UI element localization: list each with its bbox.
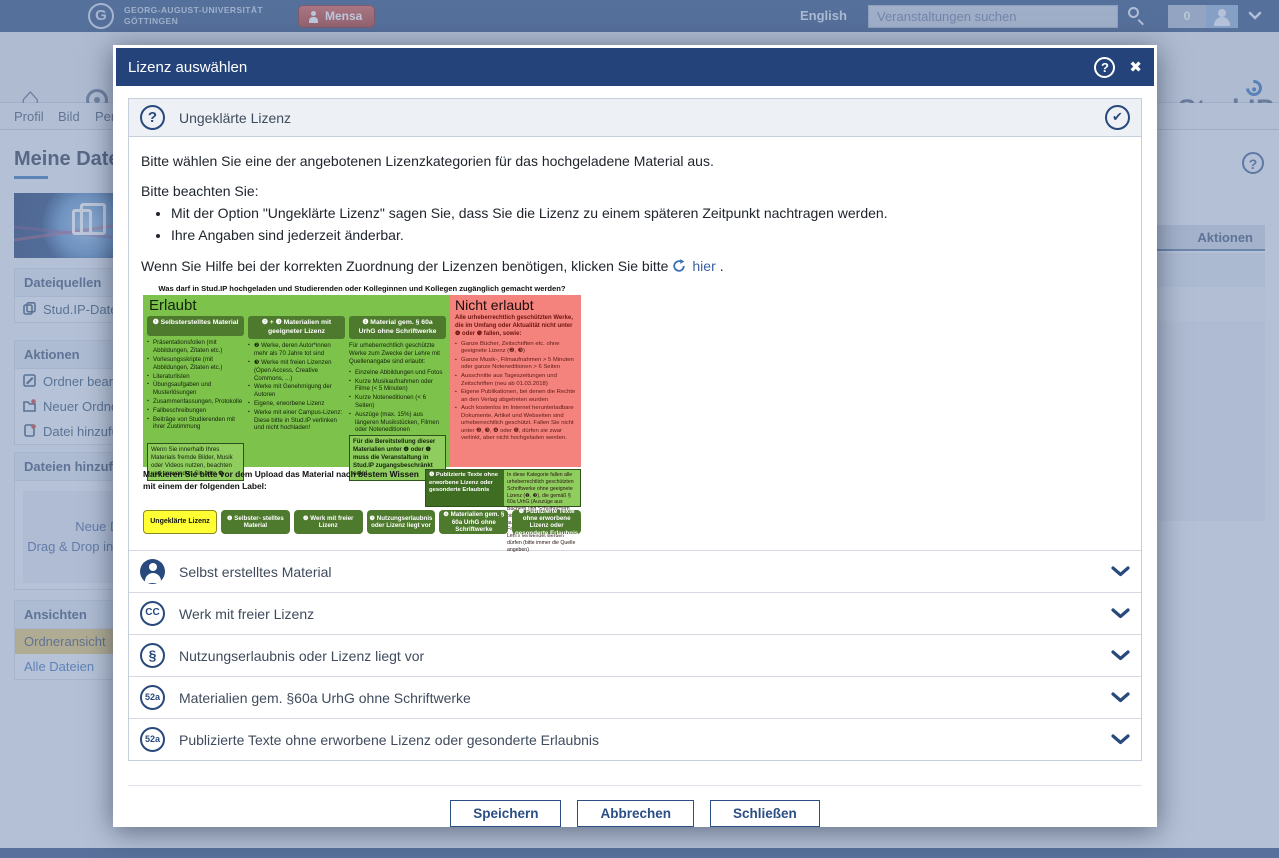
label-chip-3: ❸ Nutzungserlaubnis oder Lizenz liegt vo… (367, 510, 436, 534)
not-allowed-item: Ganze Musik-, Filmaufnahmen > 5 Minuten … (455, 357, 576, 372)
dialog-help-icon[interactable]: ? (1094, 57, 1115, 78)
allowed-item: Fallbeschreibungen (147, 407, 244, 415)
dialog-title: Lizenz auswählen (128, 59, 1094, 76)
allowed-column-3: ❹ Material gem. § 60a UrhG ohne Schriftw… (349, 316, 446, 480)
allowed-panel: Erlaubt ❶ Selbsterstelltes Material Präs… (143, 295, 450, 467)
chevron-down-icon (1111, 734, 1130, 745)
accordion-label: Publizierte Texte ohne erworbene Lizenz … (179, 732, 599, 748)
allowed-item: Kurze Noteneditionen (< 6 Seiten) (349, 394, 446, 410)
accordion-row-publizierte-texte[interactable]: 52a Publizierte Texte ohne erworbene Liz… (129, 718, 1141, 760)
label-chip-4: ❹ Materialien gem. § 60a UrhG ohne Schri… (439, 510, 508, 534)
category5-box: ❺ Publizierte Texte ohne erworbene Lizen… (425, 469, 581, 507)
not-allowed-heading: Nicht erlaubt (455, 297, 576, 313)
allowed-item: Werke mit Genehmigung der Autoren (248, 383, 345, 399)
note-item: Mit der Option "Ungeklärte Lizenz" sagen… (171, 203, 1127, 225)
allowed-item: Übungsaufgaben und Musterlösungen (147, 381, 244, 397)
help-line-text: Wenn Sie Hilfe bei der korrekten Zuordnu… (141, 258, 668, 274)
accordion-label: Materialien gem. §60a UrhG ohne Schriftw… (179, 690, 471, 706)
note-list: Mit der Option "Ungeklärte Lizenz" sagen… (171, 203, 1127, 246)
accordion-header-ungeklaerte-lizenz[interactable]: ? Ungeklärte Lizenz ✔ (129, 99, 1141, 137)
dialog-close-icon[interactable]: ✖ (1129, 58, 1142, 76)
note-item: Ihre Angaben sind jederzeit änderbar. (171, 225, 1127, 247)
accordion-label: Ungeklärte Lizenz (179, 110, 291, 126)
help-line-period: . (720, 258, 724, 274)
column-header: ❶ Selbsterstelltes Material (147, 316, 244, 336)
infographic-title: Was darf in Stud.IP hochgeladen und Stud… (143, 284, 581, 293)
license-dialog: Lizenz auswählen ? ✖ ? Ungeklärte Lizenz… (113, 45, 1157, 827)
column-header: ❷ + ❸ Materialien mit geeigneter Lizenz (248, 316, 345, 339)
label-chip-2: ❷ Werk mit freier Lizenz (294, 510, 363, 534)
cc-circle-icon: CC (140, 601, 165, 626)
column-intro: Für urheberrechtlich geschützte Werke zu… (349, 342, 446, 365)
label-chip-1: ❶ Selbster- stelltes Material (221, 510, 290, 534)
footer-divider (128, 785, 1142, 786)
check-circle-icon: ✔ (1105, 105, 1130, 130)
label-chip-ungeklaert: Ungeklärte Lizenz (143, 510, 217, 534)
cancel-button[interactable]: Abbrechen (577, 800, 694, 827)
chevron-down-icon (1111, 650, 1130, 661)
allowed-column-2: ❷ + ❸ Materialien mit geeigneter Lizenz … (248, 316, 345, 480)
person-circle-icon (140, 559, 165, 584)
not-allowed-item: Ganze Bücher, Zeitschriften etc. ohne ge… (455, 341, 576, 356)
accordion-row-werk-mit-freier-lizenz[interactable]: CC Werk mit freier Lizenz (129, 592, 1141, 634)
license-infographic: Was darf in Stud.IP hochgeladen und Stud… (143, 284, 581, 534)
allowed-item: Eigene, erworbene Lizenz (248, 400, 345, 408)
not-allowed-item: Auch kostenlos im Internet herunterladba… (455, 405, 576, 443)
help-circle-icon: ? (140, 105, 165, 130)
license-accordion: ? Ungeklärte Lizenz ✔ Bitte wählen Sie e… (128, 98, 1142, 761)
chevron-down-icon (1111, 692, 1130, 703)
allowed-item: Literaturlisten (147, 373, 244, 381)
license-intro-text: Bitte wählen Sie eine der angebotenen Li… (141, 153, 1127, 169)
accordion-label: Nutzungserlaubnis oder Lizenz liegt vor (179, 648, 424, 664)
allowed-item: Auszüge (max. 15%) aus längeren Musikstü… (349, 411, 446, 434)
allowed-item: Kurze Musikaufnahmen oder Filme (< 5 Min… (349, 378, 446, 394)
external-help-icon (672, 259, 686, 273)
allowed-item: ❸ Werke mit freien Lizenzen (Open Access… (248, 359, 345, 382)
allowed-item: Beiträge von Studierenden mit ihrer Zust… (147, 416, 244, 432)
label-chip-5: ❺ Publizierte Texte ohne erworbene Lizen… (512, 510, 581, 534)
allowed-item: Präsentationsfolien (mit Abbildungen, Zi… (147, 339, 244, 355)
not-allowed-intro: Alle urheberrechtlich geschützten Werke,… (455, 315, 576, 338)
allowed-item: ❷ Werke, deren Autor*innen mehr als 70 J… (248, 342, 345, 358)
accordion-content: Bitte wählen Sie eine der angebotenen Li… (129, 137, 1141, 550)
not-allowed-item: Ausschnitte aus Tageszeitungen und Zeits… (455, 373, 576, 388)
allowed-item: Einzelne Abbildungen und Fotos (349, 369, 446, 377)
paragraph-circle-icon: § (140, 643, 165, 668)
chevron-down-icon (1111, 608, 1130, 619)
not-allowed-panel: Nicht erlaubt Alle urheberrechtlich gesc… (450, 295, 581, 467)
52a-circle-icon: 52a (140, 727, 165, 752)
note-heading: Bitte beachten Sie: (141, 183, 1127, 199)
accordion-row-selbst-erstelltes-material[interactable]: Selbst erstelltes Material (129, 550, 1141, 592)
not-allowed-item: Eigene Publikationen, bei denen die Rech… (455, 389, 576, 404)
save-button[interactable]: Speichern (450, 800, 561, 827)
accordion-label: Werk mit freier Lizenz (179, 606, 314, 622)
accordion-row-nutzungserlaubnis[interactable]: § Nutzungserlaubnis oder Lizenz liegt vo… (129, 634, 1141, 676)
help-line: Wenn Sie Hilfe bei der korrekten Zuordnu… (141, 258, 1127, 274)
chevron-down-icon (1111, 566, 1130, 577)
dialog-titlebar: Lizenz auswählen ? ✖ (116, 48, 1154, 86)
allowed-item: Werke mit einer Campus-Lizenz: Diese bit… (248, 409, 345, 432)
allowed-item: Zusammenfassungen, Protokolle (147, 398, 244, 406)
label-chips-row: Ungeklärte Lizenz ❶ Selbster- stelltes M… (143, 510, 581, 534)
upload-note: Markieren Sie bitte vor dem Upload das M… (143, 469, 421, 507)
category5-body: In diese Kategorie fallen alle urheberre… (504, 470, 580, 506)
close-button[interactable]: Schließen (710, 800, 820, 827)
dialog-footer: Speichern Abbrechen Schließen (128, 800, 1142, 827)
accordion-row-materialien-60a[interactable]: 52a Materialien gem. §60a UrhG ohne Schr… (129, 676, 1141, 718)
52a-circle-icon: 52a (140, 685, 165, 710)
accordion-label: Selbst erstelltes Material (179, 564, 332, 580)
allowed-item: Vorlesungsskripte (mit Abbildungen, Zita… (147, 356, 244, 372)
category5-header: ❺ Publizierte Texte ohne erworbene Lizen… (426, 470, 504, 506)
help-link[interactable]: hier (692, 258, 715, 274)
allowed-heading: Erlaubt (149, 297, 446, 314)
allowed-column-1: ❶ Selbsterstelltes Material Präsentation… (147, 316, 244, 480)
column-header: ❹ Material gem. § 60a UrhG ohne Schriftw… (349, 316, 446, 339)
